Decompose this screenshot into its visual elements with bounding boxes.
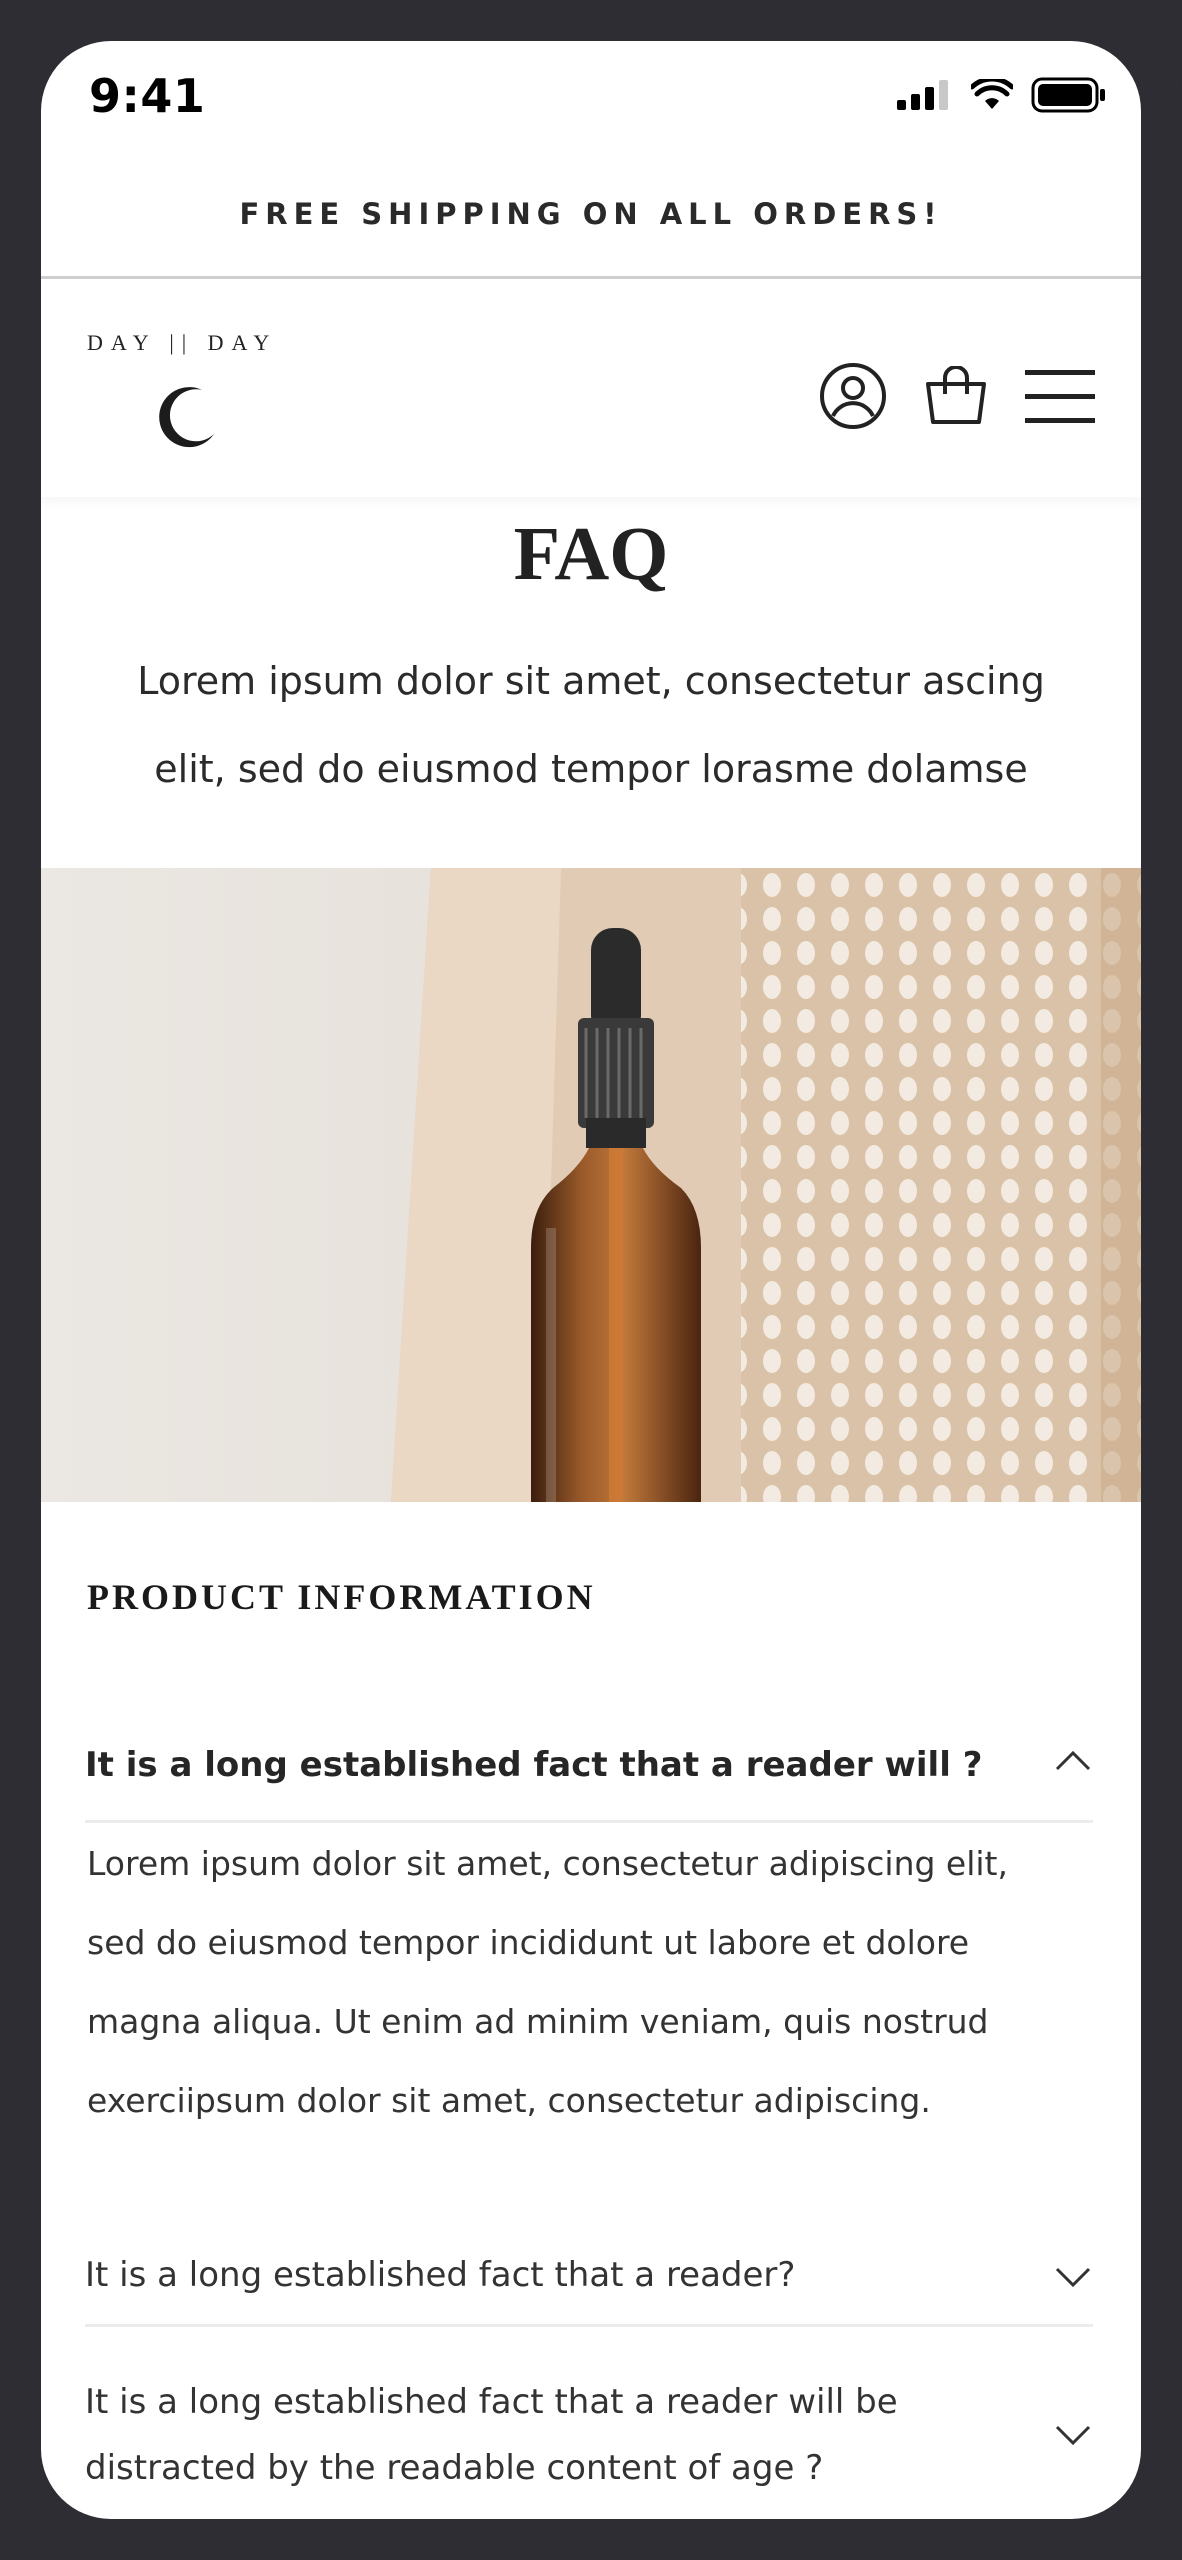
- intro-line: Lorem ipsum dolor sit amet, consectetur …: [137, 659, 1045, 703]
- menu-button[interactable]: [1025, 368, 1095, 424]
- status-time: 9:41: [89, 69, 206, 123]
- promo-text: FREE SHIPPING ON ALL ORDERS!: [239, 196, 943, 231]
- hero-image: [41, 868, 1141, 1502]
- dropper-bottle-photo: [41, 868, 1141, 1502]
- faq-question-line: distracted by the readable content of ag…: [85, 2448, 824, 2488]
- hamburger-menu-icon: [1025, 370, 1095, 423]
- chevron-down-icon[interactable]: [1053, 2265, 1093, 2289]
- crescent-logo-icon: [159, 387, 214, 448]
- faq-item[interactable]: It is a long established fact that a rea…: [85, 2221, 1093, 2327]
- faq-question[interactable]: It is a long established fact that a rea…: [85, 1745, 1062, 1785]
- faq-answer: Lorem ipsum dolor sit amet, consectetur …: [87, 1824, 1107, 2140]
- faq-answer-line: exerciipsum dolor sit amet, consectetur …: [87, 2081, 931, 2120]
- faq-question-line: It is a long established fact that a rea…: [85, 2382, 898, 2422]
- faq-question[interactable]: It is a long established fact that a rea…: [85, 2255, 875, 2295]
- cart-button[interactable]: [923, 366, 989, 426]
- faq-section-title: PRODUCT INFORMATION: [87, 1577, 596, 1617]
- cellular-signal-icon: [897, 80, 948, 110]
- faq-question[interactable]: It is a long established fact that a rea…: [85, 2369, 978, 2501]
- chevron-down-icon[interactable]: [1053, 2423, 1093, 2447]
- faq-answer-line: Lorem ipsum dolor sit amet, consectetur …: [87, 1844, 1008, 1883]
- faq-item[interactable]: It is a long established fact that a rea…: [85, 1681, 1093, 1823]
- page-title: FAQ: [513, 512, 669, 596]
- shopping-bag-icon: [926, 366, 986, 424]
- account-button[interactable]: [819, 362, 887, 430]
- screen: 9:41 FREE SHIPPING ON ALL ORDERS! DAY ||…: [41, 41, 1141, 2519]
- faq-list: It is a long established fact that a rea…: [85, 1681, 1093, 1823]
- status-icons: [897, 77, 1107, 113]
- device-frame: 9:41 FREE SHIPPING ON ALL ORDERS! DAY ||…: [0, 0, 1182, 2560]
- faq-item[interactable]: It is a long established fact that a rea…: [85, 2327, 1093, 2519]
- logo-wordmark: DAY || DAY: [87, 330, 278, 355]
- faq-answer-line: sed do eiusmod tempor incididunt ut labo…: [87, 1923, 970, 1962]
- battery-icon: [1031, 77, 1105, 113]
- user-icon: [820, 363, 886, 429]
- faq-answer-line: magna aliqua. Ut enim ad minim veniam, q…: [87, 2002, 989, 2041]
- wifi-icon: [971, 79, 1013, 109]
- intro-line: elit, sed do eiusmod tempor lorasme dola…: [154, 747, 1028, 791]
- site-header: DAY || DAY: [41, 282, 1141, 497]
- chevron-up-icon[interactable]: [1053, 1749, 1093, 1773]
- brand-logo[interactable]: DAY || DAY: [87, 330, 307, 460]
- intro-description: Lorem ipsum dolor sit amet, consectetur …: [91, 637, 1091, 813]
- status-bar: 9:41: [41, 41, 1141, 151]
- header-actions: [819, 362, 1095, 430]
- promo-banner: FREE SHIPPING ON ALL ORDERS!: [41, 151, 1141, 279]
